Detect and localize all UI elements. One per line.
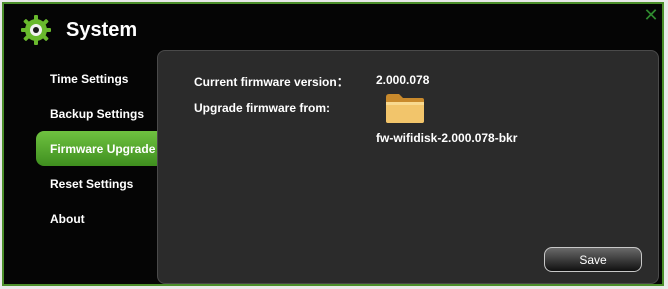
current-firmware-label: Current firmware version： [194, 75, 349, 89]
sidebar-item-label: Time Settings [50, 71, 129, 86]
firmware-panel: Current firmware version： 2.000.078 Upgr… [157, 50, 659, 284]
system-window: ✕ System Time Settings Backup Settings F… [2, 2, 664, 286]
sidebar-item-time-settings[interactable]: Time Settings [36, 61, 162, 96]
sidebar-item-label: Backup Settings [50, 106, 145, 121]
folder-icon[interactable] [384, 91, 426, 125]
close-icon[interactable]: ✕ [642, 6, 660, 24]
save-button[interactable]: Save [544, 247, 642, 272]
sidebar-item-label: Reset Settings [50, 176, 134, 191]
window-header: System [20, 14, 137, 46]
sidebar-item-backup-settings[interactable]: Backup Settings [36, 96, 162, 131]
sidebar: Time Settings Backup Settings Firmware U… [36, 61, 162, 236]
upgrade-firmware-label: Upgrade firmware from: [194, 101, 331, 115]
sidebar-item-reset-settings[interactable]: Reset Settings [36, 166, 162, 201]
sidebar-item-label: About [50, 211, 85, 226]
window-title: System [66, 18, 138, 41]
sidebar-item-firmware-upgrade[interactable]: Firmware Upgrade [36, 131, 162, 166]
sidebar-item-label: Firmware Upgrade [50, 141, 156, 156]
current-firmware-value: 2.000.078 [376, 73, 430, 87]
sidebar-item-about[interactable]: About [36, 201, 162, 236]
firmware-file-name: fw-wifidisk-2.000.078-bkr [376, 131, 518, 145]
gear-icon [21, 15, 51, 45]
